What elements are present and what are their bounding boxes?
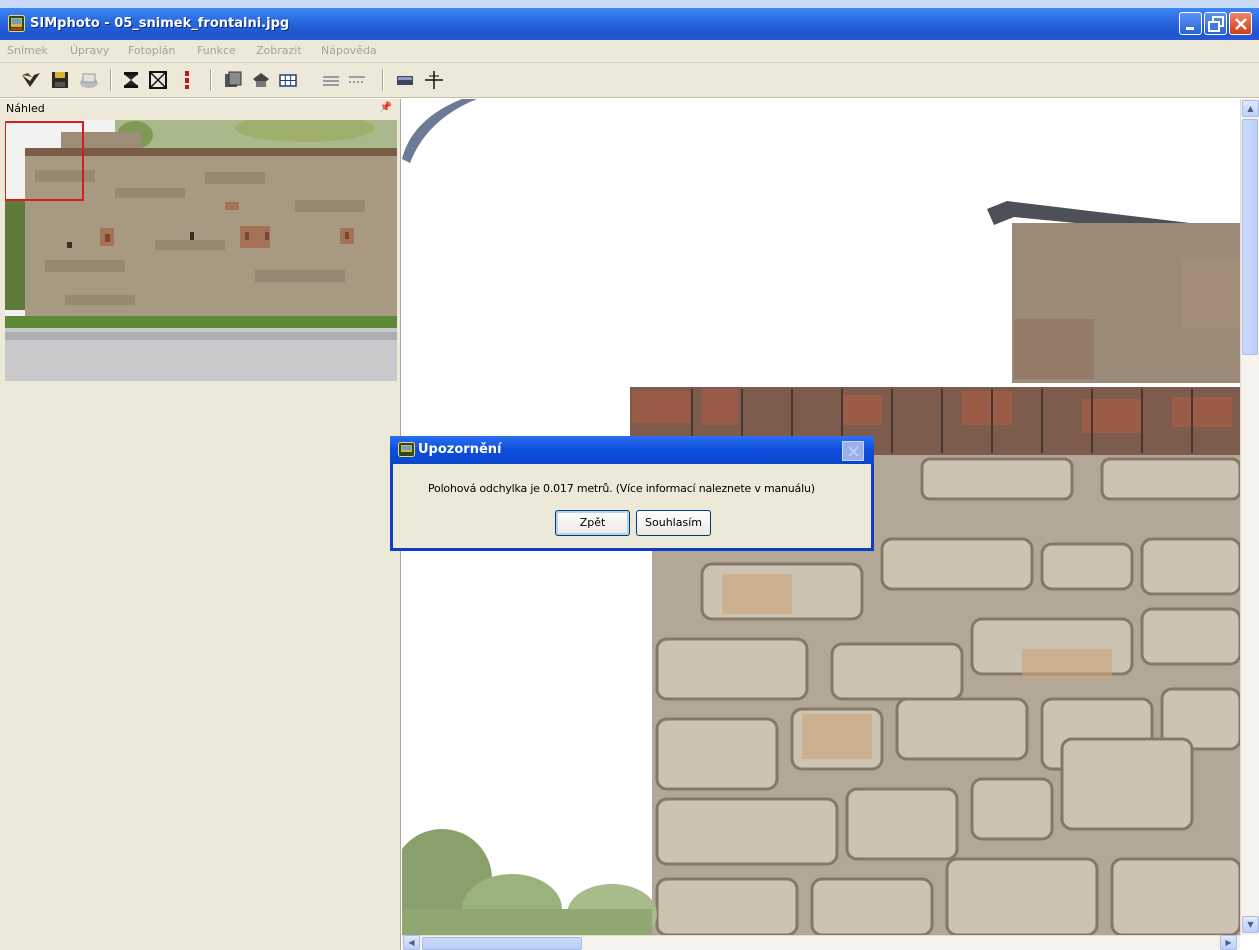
crosshair-icon[interactable] [423, 69, 445, 91]
minimize-button[interactable] [1179, 12, 1202, 35]
save-icon[interactable] [49, 69, 71, 91]
dialog-close-button[interactable] [842, 441, 864, 461]
hourglass-points-icon[interactable] [120, 69, 142, 91]
menu-funkce[interactable]: Funkce [197, 44, 236, 57]
restore-button[interactable] [1204, 12, 1227, 35]
scroll-down-icon[interactable]: ▼ [1242, 916, 1259, 933]
dialog-message: Polohová odchylka je 0.017 metrů. (Více … [428, 482, 815, 495]
vertical-scrollbar[interactable]: ▲ ▼ [1240, 99, 1259, 935]
restore-icon [1208, 16, 1224, 32]
scroll-right-icon[interactable]: ▶ [1220, 935, 1237, 950]
minimize-icon [1186, 27, 1194, 30]
agree-button[interactable]: Souhlasím [636, 510, 711, 536]
horizontal-scroll-thumb[interactable] [422, 937, 582, 950]
open-icon[interactable] [20, 69, 42, 91]
point-marker-icon[interactable] [176, 69, 198, 91]
close-icon [848, 446, 859, 457]
scroll-left-icon[interactable]: ◀ [403, 935, 420, 950]
grid-icon[interactable] [277, 69, 299, 91]
pin-icon[interactable]: 📌 [380, 102, 392, 113]
preview-thumbnail[interactable] [5, 120, 397, 381]
toolbar-separator [382, 69, 384, 91]
dashed-lines-icon[interactable] [346, 69, 368, 91]
menu-fotoplan[interactable]: Fotoplán [128, 44, 175, 57]
print-icon[interactable] [78, 69, 100, 91]
clear-points-icon[interactable] [147, 69, 169, 91]
layers-icon[interactable] [222, 69, 244, 91]
menu-snimek[interactable]: Snímek [7, 44, 48, 57]
menu-upravy[interactable]: Úpravy [70, 44, 109, 57]
layers-alt-icon[interactable] [250, 69, 272, 91]
toolbar-separator [110, 69, 112, 91]
horizontal-lines-icon[interactable] [320, 69, 342, 91]
warning-dialog: Upozornění Polohová odchylka je 0.017 me… [390, 436, 874, 551]
preview-panel: Náhled 📌 [0, 99, 401, 950]
toolbar-separator [210, 69, 212, 91]
close-button[interactable] [1229, 12, 1252, 35]
menu-bar: Snímek Úpravy Fotoplán Funkce Zobrazit N… [0, 40, 1259, 62]
app-icon [8, 15, 25, 32]
top-strip [0, 0, 1259, 8]
title-bar[interactable]: SIMphoto - 05_snimek_frontalni.jpg [0, 8, 1259, 40]
toolbar [0, 62, 1259, 98]
horizontal-scrollbar[interactable]: ◀ ▶ [402, 935, 1240, 950]
wall-thumbnail-image [5, 120, 397, 381]
close-icon [1235, 18, 1247, 30]
app-icon [398, 442, 415, 457]
rectangle-icon[interactable] [394, 69, 416, 91]
dialog-title: Upozornění [418, 442, 502, 457]
menu-napoveda[interactable]: Nápověda [321, 44, 377, 57]
preview-title: Náhled [6, 102, 45, 115]
window-title: SIMphoto - 05_snimek_frontalni.jpg [30, 16, 290, 31]
scroll-up-icon[interactable]: ▲ [1242, 100, 1259, 117]
vertical-scroll-thumb[interactable] [1242, 119, 1258, 355]
menu-zobrazit[interactable]: Zobrazit [256, 44, 302, 57]
dialog-title-bar[interactable]: Upozornění [390, 436, 874, 464]
back-button[interactable]: Zpět [555, 510, 630, 536]
